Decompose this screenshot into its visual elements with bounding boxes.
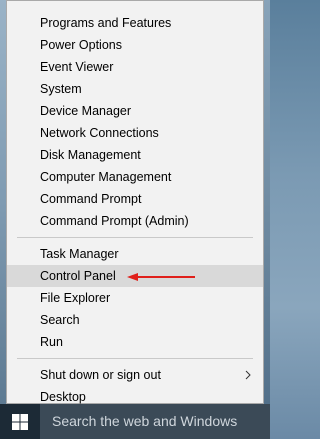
menu-item-power-options[interactable]: Power Options <box>7 34 263 56</box>
menu-item-disk-management[interactable]: Disk Management <box>7 144 263 166</box>
menu-item-control-panel-label: Control Panel <box>40 269 116 283</box>
menu-item-device-manager[interactable]: Device Manager <box>7 100 263 122</box>
winx-context-menu: Programs and Features Power Options Even… <box>6 0 264 404</box>
menu-item-network-connections[interactable]: Network Connections <box>7 122 263 144</box>
menu-item-event-viewer[interactable]: Event Viewer <box>7 56 263 78</box>
menu-separator <box>17 237 253 238</box>
windows-logo-icon <box>12 413 28 430</box>
menu-item-command-prompt[interactable]: Command Prompt <box>7 188 263 210</box>
taskbar: Search the web and Windows <box>0 404 270 439</box>
menu-item-control-panel[interactable]: Control Panel <box>7 265 263 287</box>
menu-separator <box>17 358 253 359</box>
menu-item-programs-and-features[interactable]: Programs and Features <box>7 12 263 34</box>
menu-item-command-prompt-admin[interactable]: Command Prompt (Admin) <box>7 210 263 232</box>
start-button[interactable] <box>0 404 40 439</box>
menu-item-file-explorer[interactable]: File Explorer <box>7 287 263 309</box>
menu-item-task-manager[interactable]: Task Manager <box>7 243 263 265</box>
menu-item-shut-down-or-sign-out[interactable]: Shut down or sign out <box>7 364 263 386</box>
menu-item-run[interactable]: Run <box>7 331 263 353</box>
red-arrow-annotation-icon <box>127 273 195 281</box>
menu-item-computer-management[interactable]: Computer Management <box>7 166 263 188</box>
desktop-background-right <box>264 0 270 405</box>
chevron-right-icon <box>243 364 253 386</box>
menu-item-shut-down-label: Shut down or sign out <box>40 368 161 382</box>
taskbar-search-input[interactable]: Search the web and Windows <box>40 404 270 439</box>
menu-item-search[interactable]: Search <box>7 309 263 331</box>
menu-item-system[interactable]: System <box>7 78 263 100</box>
